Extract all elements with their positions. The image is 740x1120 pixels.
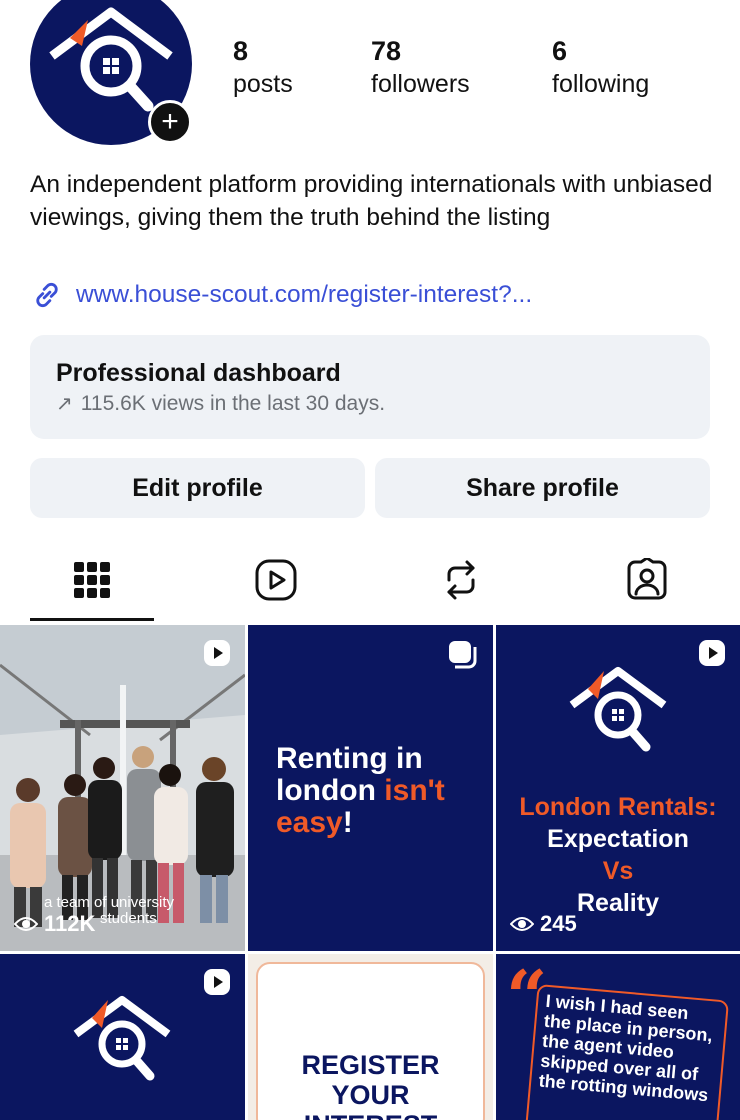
post-6-quote: I wish I had seen the place in person, t…	[537, 990, 714, 1106]
share-profile-button[interactable]: Share profile	[375, 458, 710, 518]
profile-link[interactable]: www.house-scout.com/register-interest?..…	[30, 278, 532, 312]
professional-dashboard[interactable]: Professional dashboard ↗ 115.6K views in…	[30, 335, 710, 439]
stat-following[interactable]: 6 following	[552, 34, 649, 100]
post-tile-2[interactable]: Renting in london isn't easy!	[248, 625, 493, 951]
reposts-icon[interactable]	[436, 555, 486, 605]
eye-icon	[510, 917, 534, 931]
add-story-button[interactable]: +	[148, 100, 192, 144]
post-1-views: 112K	[14, 911, 95, 937]
house-scout-logo	[569, 667, 667, 752]
profile-link-text: www.house-scout.com/register-interest?..…	[76, 281, 533, 308]
following-label: following	[552, 70, 650, 98]
post-3-views: 245	[510, 911, 577, 937]
edit-profile-button[interactable]: Edit profile	[30, 458, 365, 518]
dashboard-title: Professional dashboard	[56, 359, 341, 387]
team-photo: a team of university students	[0, 625, 245, 951]
reels-icon[interactable]	[251, 555, 301, 605]
dashboard-subtitle-row: ↗ 115.6K views in the last 30 days.	[56, 389, 684, 419]
reel-icon	[203, 639, 231, 672]
profile-bio: An independent platform providing intern…	[30, 171, 713, 231]
stat-followers[interactable]: 78 followers	[371, 34, 470, 100]
carousel-icon	[447, 639, 479, 676]
post-tile-5[interactable]: REGISTER YOUR INTEREST	[248, 954, 493, 1120]
tagged-icon[interactable]	[622, 555, 672, 605]
svg-text:students: students	[100, 910, 157, 927]
followers-count: 78	[371, 36, 402, 66]
photo-caption: a team of university	[44, 894, 175, 911]
post-5-text: REGISTER YOUR INTEREST	[301, 1050, 440, 1120]
house-scout-logo	[73, 996, 171, 1081]
post-2-text: Renting in london isn't easy!	[276, 742, 445, 839]
reel-icon	[203, 968, 231, 1001]
active-tab-indicator	[30, 618, 154, 621]
post-tile-3[interactable]: London Rentals: Expectation Vs Reality 2…	[496, 625, 740, 951]
posts-count: 8	[233, 36, 249, 66]
reel-icon	[698, 639, 726, 672]
post-tile-6[interactable]: “ I wish I had seen the place in person,…	[496, 954, 740, 1120]
dashboard-subtitle: 115.6K views in the last 30 days.	[80, 392, 386, 415]
post-tile-4[interactable]	[0, 954, 245, 1120]
posts-grid: a team of university students 112K Renti…	[0, 625, 740, 1120]
grid-icon[interactable]	[67, 555, 117, 605]
following-count: 6	[552, 36, 568, 66]
followers-label: followers	[371, 70, 470, 98]
quote-mark-icon: “	[506, 954, 548, 1039]
posts-label: posts	[233, 70, 293, 98]
post-3-text: London Rentals: Expectation Vs Reality	[519, 793, 717, 917]
link-icon	[36, 282, 58, 308]
post-tile-1[interactable]: a team of university students 112K	[0, 625, 245, 951]
eye-icon	[14, 917, 38, 931]
trend-arrow-icon: ↗	[56, 393, 73, 415]
profile-tabs	[0, 545, 740, 625]
stat-posts[interactable]: 8 posts	[233, 34, 293, 100]
